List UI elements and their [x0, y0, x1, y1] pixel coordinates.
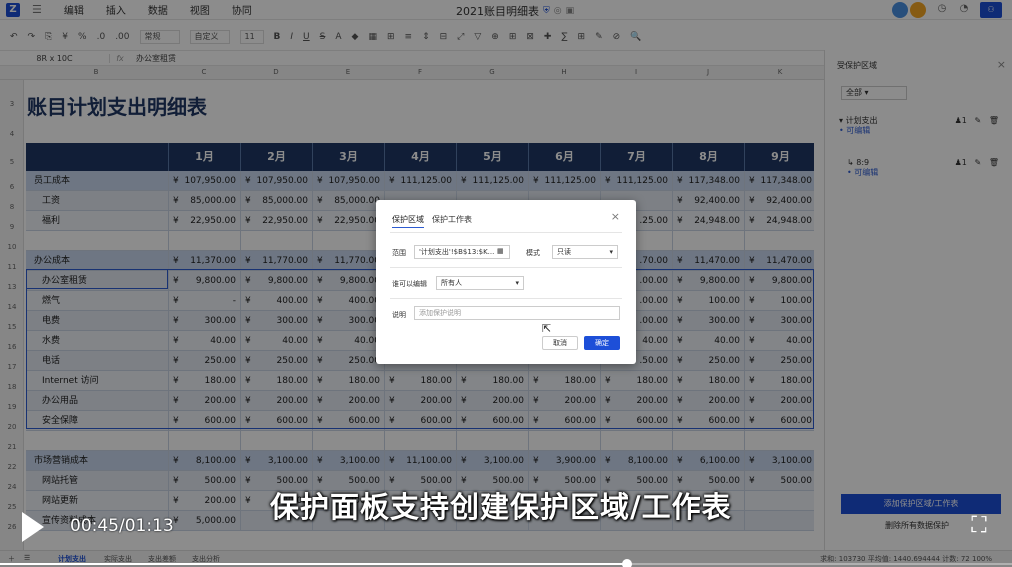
play-icon[interactable] [22, 512, 44, 542]
range-label: 范围 [392, 249, 406, 257]
close-icon[interactable]: × [611, 210, 620, 223]
progress-fill [0, 563, 628, 565]
editor-value: 所有人 [441, 279, 462, 287]
mode-select[interactable]: 只读 ▾ [552, 245, 618, 259]
editor-label: 谁可以编辑 [392, 280, 427, 288]
confirm-button[interactable]: 确定 [584, 336, 620, 350]
divider [390, 298, 622, 299]
range-picker-icon[interactable]: ▦ [497, 247, 504, 255]
mode-label: 模式 [526, 249, 540, 257]
editor-select[interactable]: 所有人 ▾ [436, 276, 524, 290]
description-input[interactable]: 添加保护说明 [414, 306, 620, 320]
range-value: '计划支出'!$B$13:$K... [419, 248, 495, 256]
tab-protect-sheet[interactable]: 保护工作表 [432, 214, 472, 225]
protect-range-dialog: 保护区域 保护工作表 × 范围 '计划支出'!$B$13:$K... ▦ 模式 … [376, 200, 636, 364]
progress-handle[interactable] [622, 559, 633, 567]
description-placeholder: 添加保护说明 [419, 309, 461, 317]
description-label: 说明 [392, 311, 406, 319]
range-input[interactable]: '计划支出'!$B$13:$K... [414, 245, 510, 259]
fullscreen-icon[interactable]: ⛶ [966, 514, 992, 540]
chevron-down-icon: ▾ [609, 248, 613, 256]
video-subtitle: 保护面板支持创建保护区域/工作表 [270, 490, 732, 524]
tab-protect-region[interactable]: 保护区域 [392, 214, 424, 228]
mode-value: 只读 [557, 248, 571, 256]
chevron-down-icon: ▾ [515, 279, 519, 287]
cancel-button[interactable]: 取消 [542, 336, 578, 350]
video-timecode: 00:45/01:13 [70, 516, 174, 536]
app-window: Z ☰ 编辑 插入 数据 视图 协同 2021账目明细表 ⛨ ◎ ▣ ◷ ◔ ⚇… [0, 0, 1012, 567]
divider [390, 267, 622, 268]
mouse-cursor-icon: ⇱ [542, 322, 552, 335]
divider [390, 232, 622, 233]
